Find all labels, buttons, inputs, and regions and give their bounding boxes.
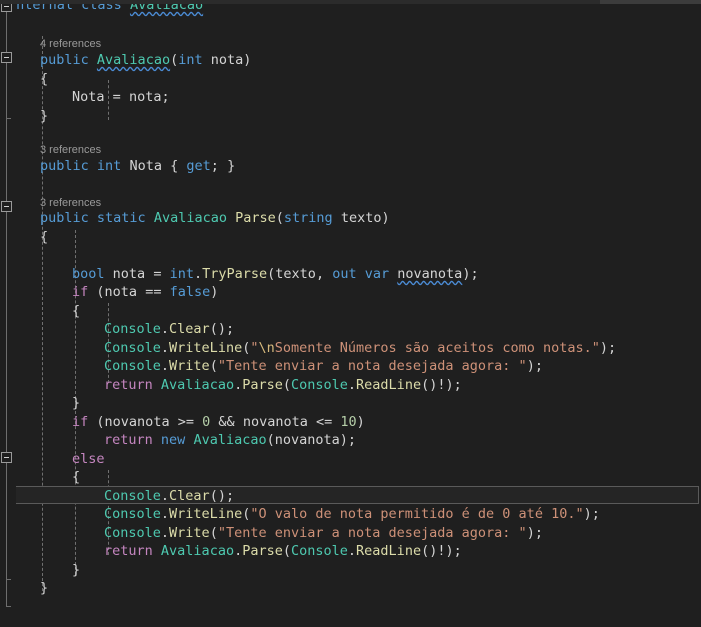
string-tente-enviar-2: "Tente enviar a nota desejada agora: " (217, 525, 527, 541)
code-line-29[interactable]: Console.WriteLine("O valo de nota permit… (104, 505, 701, 524)
code-line-30[interactable]: Console.Write("Tente enviar a nota desej… (104, 524, 701, 543)
code-line-33[interactable]: } (40, 579, 701, 598)
code-line-22[interactable]: return Avaliacao.Parse(Console.ReadLine(… (104, 376, 701, 395)
code-line-13[interactable]: public static Avaliacao Parse(string tex… (40, 209, 701, 228)
code-line-27[interactable]: { (72, 468, 701, 487)
editor-top-strip (0, 0, 701, 4)
codelens-property-label: 3 references (40, 144, 102, 156)
fold-toggle-parse[interactable] (1, 201, 12, 212)
code-line-18[interactable]: { (72, 302, 701, 321)
fold-bracket-constructor-end (6, 118, 11, 119)
code-line-28[interactable]: Console.Clear(); (104, 487, 701, 506)
code-editor[interactable]: internal class Avaliacao { 4 references … (0, 0, 701, 627)
code-line-6[interactable]: Nota = nota; (72, 88, 701, 107)
folding-gutter[interactable] (0, 0, 16, 627)
string-somente-numeros: Somente Números são aceitos como notas." (274, 340, 600, 356)
string-tente-enviar-1: "Tente enviar a nota desejada agora: " (217, 358, 527, 374)
code-line-26[interactable]: else (72, 450, 701, 469)
code-content[interactable]: internal class Avaliacao { 4 references … (0, 0, 701, 627)
code-line-21[interactable]: Console.Write("Tente enviar a nota desej… (104, 357, 701, 376)
fold-toggle-else[interactable] (1, 452, 12, 463)
code-line-17[interactable]: if (nota == false) (72, 283, 701, 302)
fold-bracket-constructor (6, 63, 7, 118)
codelens-parse-label: 3 references (40, 197, 102, 209)
code-line-31[interactable]: return Avaliacao.Parse(Console.ReadLine(… (104, 542, 701, 561)
code-line-14[interactable]: { (40, 228, 701, 247)
fold-bracket-parse (6, 212, 7, 579)
fold-bracket-class-end (6, 606, 11, 607)
code-line-2[interactable]: { (8, 14, 701, 33)
code-line-5[interactable]: { (40, 70, 701, 89)
code-line-25[interactable]: return new Avaliacao(novanota); (104, 431, 701, 450)
string-valo-de-nota: "O valo de nota permitido é de 0 até 10.… (250, 506, 584, 522)
code-line-23[interactable]: } (72, 394, 701, 413)
fold-toggle-constructor[interactable] (1, 52, 12, 63)
code-line-32[interactable]: } (72, 561, 701, 580)
editor-top-strip-dark (0, 0, 600, 4)
code-line-16[interactable]: bool nota = int.TryParse(texto, out var … (72, 265, 701, 284)
fold-bracket-parse-end (6, 579, 11, 580)
codelens-constructor-label: 4 references (40, 38, 102, 50)
code-line-4[interactable]: public Avaliacao(int nota) (40, 51, 701, 70)
code-line-10[interactable]: public int Nota { get; } (40, 157, 701, 176)
code-line-24[interactable]: if (novanota >= 0 && novanota <= 10) (72, 413, 701, 432)
code-line-7[interactable]: } (40, 107, 701, 126)
code-line-20[interactable]: Console.WriteLine("\nSomente Números são… (104, 339, 701, 358)
code-line-34[interactable]: } (8, 598, 701, 617)
code-line-19[interactable]: Console.Clear(); (104, 320, 701, 339)
